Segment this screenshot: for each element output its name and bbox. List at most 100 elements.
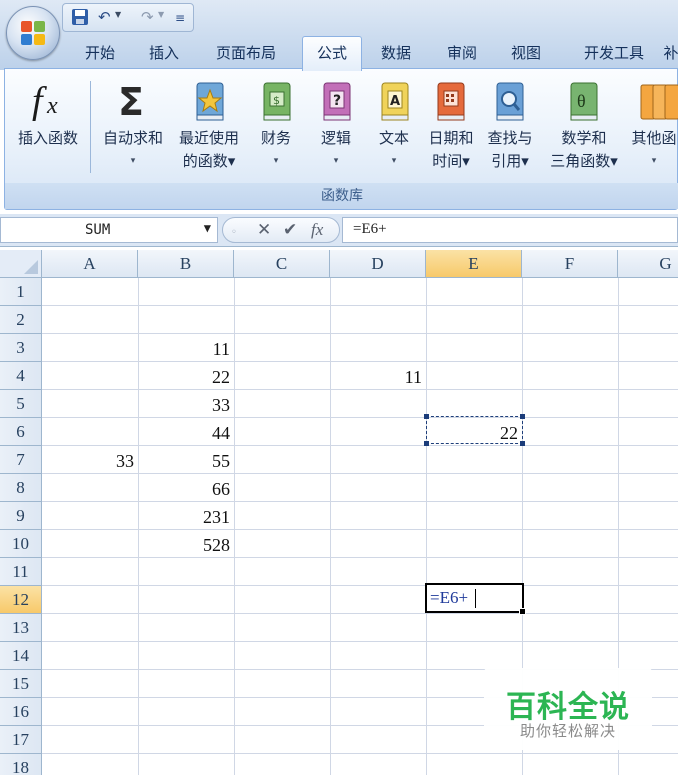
column-header-f[interactable]: F [522,250,618,278]
select-all-triangle-icon [24,260,38,274]
lookup-reference-button[interactable]: 查找与 引用▾ [481,75,539,173]
gridline [42,753,678,754]
sigma-icon: Σ [118,80,144,124]
tab-review[interactable]: 审阅 [432,38,492,68]
watermark: 百科全说 助你轻松解决 [484,668,652,750]
finance-book-icon: $ [263,82,291,121]
gridline [42,585,678,586]
row-header-11[interactable]: 11 [0,558,42,586]
cancel-icon[interactable]: ✕ [257,220,271,240]
row-header-4[interactable]: 4 [0,362,42,390]
row-header-6[interactable]: 6 [0,418,42,446]
cell-b5[interactable]: 33 [138,390,234,418]
cell-b4[interactable]: 22 [138,362,234,390]
math-trig-button[interactable]: θ 数学和 三角函数▾ [541,75,627,173]
cell-edit-text: =E6+ [430,588,469,607]
row-header-17[interactable]: 17 [0,726,42,754]
row-header-18[interactable]: 18 [0,754,42,775]
more-functions-button[interactable]: 其他函 ▾ [629,75,678,173]
formula-buttons: ◦ ✕ ✔ fx [222,217,340,243]
row-header-2[interactable]: 2 [0,306,42,334]
column-header-c[interactable]: C [234,250,330,278]
cell-b10[interactable]: 528 [138,530,234,558]
row-header-9[interactable]: 9 [0,502,42,530]
column-header-b[interactable]: B [138,250,234,278]
logic-book-icon: ? [323,82,351,121]
redo-icon[interactable]: ↷ [141,8,154,26]
cell-b7[interactable]: 55 [138,446,234,474]
svg-text:?: ? [333,93,341,109]
tab-formulas[interactable]: 公式 [302,36,362,71]
row-header-3[interactable]: 3 [0,334,42,362]
reference-marquee [424,414,525,446]
fill-handle[interactable] [519,608,526,615]
row-header-16[interactable]: 16 [0,698,42,726]
marquee-handle[interactable] [520,414,525,419]
active-cell-e12[interactable]: =E6+ [425,583,526,615]
column-header-e[interactable]: E [426,250,522,278]
tab-view[interactable]: 视图 [496,38,556,68]
column-header-g[interactable]: G [618,250,678,278]
gridline [42,613,678,614]
row-header-12[interactable]: 12 [0,586,42,614]
svg-text:f: f [32,80,47,122]
cell-b6[interactable]: 44 [138,418,234,446]
formula-bar: SUM ▼ ◦ ✕ ✔ fx =E6+ [0,214,678,247]
row-header-5[interactable]: 5 [0,390,42,418]
row-header-8[interactable]: 8 [0,474,42,502]
row-header-1[interactable]: 1 [0,278,42,306]
tab-data[interactable]: 数据 [366,38,426,68]
logical-button[interactable]: ? 逻辑 ▾ [311,75,361,173]
redo-dropdown-icon[interactable]: ▼ [158,10,164,19]
svg-text:A: A [390,94,400,109]
customize-qat-icon[interactable]: ≡ [175,9,185,27]
tab-addins[interactable]: 补 [662,38,678,68]
expand-icon[interactable]: ◦ [231,223,237,243]
svg-text:x: x [46,93,58,119]
tab-insert[interactable]: 插入 [134,38,194,68]
row-header-14[interactable]: 14 [0,642,42,670]
save-icon[interactable] [71,8,89,26]
cell-b9[interactable]: 231 [138,502,234,530]
formula-input[interactable]: =E6+ [342,217,678,243]
row-header-7[interactable]: 7 [0,446,42,474]
cell-b8[interactable]: 66 [138,474,234,502]
column-header-d[interactable]: D [330,250,426,278]
recently-used-button[interactable]: 最近使用 的函数▾ [171,75,247,173]
undo-dropdown-icon[interactable]: ▼ [115,10,121,19]
name-box-value: SUM [85,222,111,238]
marquee-handle[interactable] [424,441,429,446]
math-book-icon: θ [570,82,598,121]
enter-check-icon[interactable]: ✔ [283,220,297,240]
date-time-button[interactable]: 日期和 时间▾ [423,75,479,173]
more-books-icon [640,84,678,120]
name-box[interactable]: SUM ▼ [0,217,218,243]
office-button[interactable] [6,6,60,60]
cell-b3[interactable]: 11 [138,334,234,362]
chevron-down-icon[interactable]: ▼ [204,221,211,235]
column-header-a[interactable]: A [42,250,138,278]
marquee-handle[interactable] [424,414,429,419]
insert-function-icon[interactable]: fx [311,220,323,240]
marquee-handle[interactable] [520,441,525,446]
select-all-button[interactable] [0,250,42,278]
svg-text:Σ: Σ [118,80,144,124]
row-header-13[interactable]: 13 [0,614,42,642]
tab-page-layout[interactable]: 页面布局 [200,38,292,68]
tab-developer[interactable]: 开发工具 [568,38,660,68]
svg-text:θ: θ [577,91,586,111]
insert-function-button[interactable]: f x 插入函数 [9,75,87,150]
cell-d4[interactable]: 11 [330,362,426,390]
gridline [42,641,678,642]
undo-icon[interactable]: ↶ [98,8,111,26]
tab-home[interactable]: 开始 [70,38,130,68]
text-functions-button[interactable]: A 文本 ▾ [369,75,419,173]
text-caret [475,589,476,608]
formula-text: =E6+ [353,221,387,237]
cell-a7[interactable]: 33 [42,446,138,474]
office-logo-icon [21,21,45,45]
row-header-10[interactable]: 10 [0,530,42,558]
financial-button[interactable]: $ 财务 ▾ [251,75,301,173]
row-header-15[interactable]: 15 [0,670,42,698]
autosum-button[interactable]: Σ 自动求和 ▾ [95,75,171,173]
